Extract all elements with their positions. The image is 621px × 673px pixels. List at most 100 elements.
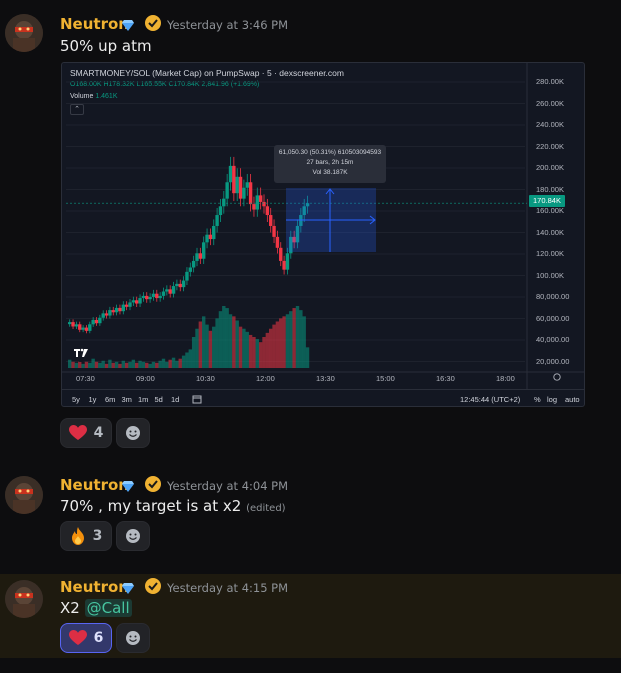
- avatar[interactable]: [5, 580, 43, 618]
- volume-bar: [181, 355, 186, 368]
- volume-bar: [111, 362, 115, 368]
- volume-bar: [151, 361, 156, 368]
- candle: [191, 260, 196, 268]
- timestamp[interactable]: Yesterday at 4:15 PM: [167, 581, 288, 595]
- timeframe-5y[interactable]: 5y: [72, 395, 80, 404]
- price-tick: 120.00K: [536, 249, 564, 258]
- timestamp[interactable]: Yesterday at 3:46 PM: [167, 18, 288, 32]
- candle: [101, 313, 105, 318]
- volume-bar: [232, 316, 236, 368]
- candle: [108, 310, 112, 316]
- mention-call[interactable]: @Call: [84, 599, 132, 617]
- add-reaction-button[interactable]: [116, 418, 150, 448]
- auto-toggle[interactable]: auto: [565, 395, 580, 404]
- price-tick: 60,000.00: [536, 313, 570, 323]
- candle: [205, 234, 209, 243]
- timeframe-1m[interactable]: 1m: [138, 395, 148, 404]
- volume-bar: [185, 352, 189, 368]
- avatar[interactable]: [5, 14, 43, 52]
- tooltip-line-3: Vol 38.187K: [312, 169, 348, 176]
- reaction-count: 6: [93, 630, 104, 646]
- candle: [275, 236, 280, 248]
- candle: [114, 307, 119, 313]
- candle: [238, 176, 243, 199]
- percent-toggle[interactable]: %: [534, 395, 541, 404]
- time-tick: 09:00: [136, 374, 155, 383]
- volume-bar: [108, 359, 112, 368]
- price-tick: 80,000.00: [536, 292, 570, 301]
- candle: [141, 295, 146, 299]
- volume-bar: [155, 362, 159, 368]
- candle: [98, 317, 102, 324]
- candle: [94, 319, 99, 324]
- reaction-fire[interactable]: 3: [60, 521, 112, 551]
- candle: [195, 253, 199, 261]
- timestamp[interactable]: Yesterday at 4:04 PM: [167, 479, 288, 493]
- message-body: 70% , my target is at x2: [60, 497, 242, 515]
- chart-image[interactable]: SMARTMONEY/SOL (Market Cap) on PumpSwap …: [61, 62, 585, 407]
- candle: [218, 206, 223, 216]
- measure-tooltip: 61,050.30 (50.31%) 610503094593 27 bars,…: [274, 145, 386, 183]
- calendar-icon[interactable]: [192, 394, 202, 404]
- heart-icon: [68, 630, 87, 645]
- diamond-icon: [122, 20, 134, 31]
- time-tick: 07:30: [76, 374, 95, 383]
- volume-bar: [84, 361, 89, 368]
- volume-bar: [165, 361, 169, 368]
- volume-bar: [124, 362, 129, 368]
- volume-bar: [104, 363, 109, 368]
- reaction-heart[interactable]: 6: [60, 623, 112, 653]
- time-tick: 18:00: [496, 374, 515, 383]
- candle: [208, 234, 213, 240]
- candle: [88, 324, 92, 331]
- volume-bar: [88, 362, 92, 368]
- verified-badge-icon: [145, 578, 161, 594]
- candle: [175, 283, 179, 287]
- candle: [145, 295, 149, 300]
- volume-bar: [235, 320, 239, 368]
- volume-bar: [282, 316, 286, 368]
- candle: [181, 280, 186, 288]
- time-tick: 13:30: [316, 374, 335, 383]
- timeframe-1d[interactable]: 1d: [171, 395, 179, 404]
- candle: [91, 319, 95, 325]
- message-text: X2 @Call: [60, 599, 132, 617]
- candle: [68, 322, 72, 325]
- candle: [74, 324, 79, 327]
- volume-bar: [175, 360, 179, 368]
- candle: [279, 247, 283, 261]
- add-reaction-button[interactable]: [116, 623, 150, 653]
- price-tick: 280.00K: [536, 77, 564, 86]
- volume-bar: [222, 306, 226, 368]
- candle: [138, 298, 142, 304]
- time-tick: 12:00: [256, 374, 275, 383]
- timeframe-6m[interactable]: 6m: [105, 395, 115, 404]
- candle: [258, 195, 263, 202]
- price-tick: 200.00K: [536, 163, 564, 172]
- candle: [212, 225, 216, 240]
- username[interactable]: Neutron: [60, 476, 129, 494]
- message-body: X2: [60, 599, 80, 617]
- log-toggle[interactable]: log: [547, 395, 557, 404]
- candle: [215, 215, 219, 226]
- reaction-heart[interactable]: 4: [60, 418, 112, 448]
- timeframe-1y[interactable]: 1y: [89, 395, 97, 404]
- avatar[interactable]: [5, 476, 43, 514]
- candle: [272, 225, 276, 237]
- volume-bar: [71, 361, 75, 368]
- volume-bar: [295, 306, 300, 368]
- candle: [135, 300, 139, 304]
- timeframe-3m[interactable]: 3m: [122, 395, 132, 404]
- username[interactable]: Neutron: [60, 15, 129, 33]
- username[interactable]: Neutron: [60, 578, 129, 596]
- verified-badge-icon: [145, 476, 161, 492]
- candle: [202, 242, 206, 259]
- clock: 12:45:44 (UTC+2): [460, 395, 521, 404]
- time-tick: 15:00: [376, 374, 395, 383]
- add-reaction-button[interactable]: [116, 521, 150, 551]
- candle: [185, 271, 189, 281]
- volume-bar: [212, 326, 216, 368]
- timeframe-5d[interactable]: 5d: [155, 395, 163, 404]
- tradingview-logo-icon: [72, 344, 90, 362]
- volume-bar: [215, 318, 219, 368]
